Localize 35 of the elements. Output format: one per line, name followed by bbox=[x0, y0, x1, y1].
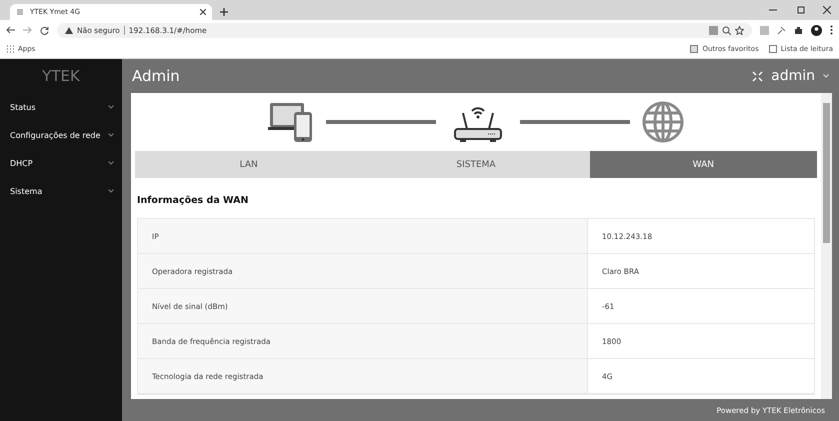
user-menu[interactable]: admin bbox=[771, 68, 815, 84]
logo: YTEK bbox=[41, 66, 81, 87]
folder-icon bbox=[690, 45, 698, 53]
close-icon[interactable] bbox=[200, 9, 206, 15]
chevron-icon bbox=[108, 133, 114, 137]
sidebar-item[interactable]: DHCP bbox=[0, 149, 122, 177]
profile-icon[interactable] bbox=[811, 24, 822, 36]
tab[interactable]: SISTEMA bbox=[362, 151, 590, 178]
close-icon[interactable] bbox=[823, 6, 831, 14]
back-icon[interactable] bbox=[6, 26, 15, 34]
warning-icon bbox=[65, 26, 73, 34]
star-icon[interactable] bbox=[735, 26, 744, 34]
devices-icon bbox=[268, 101, 314, 143]
page-title: Admin bbox=[132, 67, 181, 85]
section-title: Informações da WAN bbox=[136, 194, 250, 208]
chevron-icon bbox=[108, 189, 114, 193]
reading-list-icon bbox=[768, 45, 777, 53]
sidebar-item[interactable]: Configurações de rede bbox=[0, 121, 122, 149]
fullscreen-icon[interactable] bbox=[752, 70, 764, 82]
tab[interactable]: LAN bbox=[135, 151, 362, 178]
tab[interactable]: WAN bbox=[590, 151, 817, 178]
chevron-icon bbox=[108, 161, 114, 165]
globe-icon bbox=[642, 101, 684, 143]
more-icon[interactable] bbox=[830, 25, 833, 35]
zoom-icon[interactable] bbox=[722, 26, 731, 34]
reload-icon[interactable] bbox=[40, 26, 49, 34]
scrollbar[interactable] bbox=[821, 93, 832, 399]
sidebar-item[interactable]: Sistema bbox=[0, 177, 122, 205]
new-tab-icon[interactable] bbox=[220, 8, 228, 16]
page-icon bbox=[16, 8, 24, 16]
apps-grid-icon[interactable] bbox=[6, 45, 14, 53]
chevron-down-icon bbox=[823, 74, 829, 78]
chevron-icon bbox=[108, 105, 114, 109]
sidebar-item[interactable]: Status bbox=[0, 93, 122, 121]
maximize-icon[interactable] bbox=[797, 6, 805, 14]
